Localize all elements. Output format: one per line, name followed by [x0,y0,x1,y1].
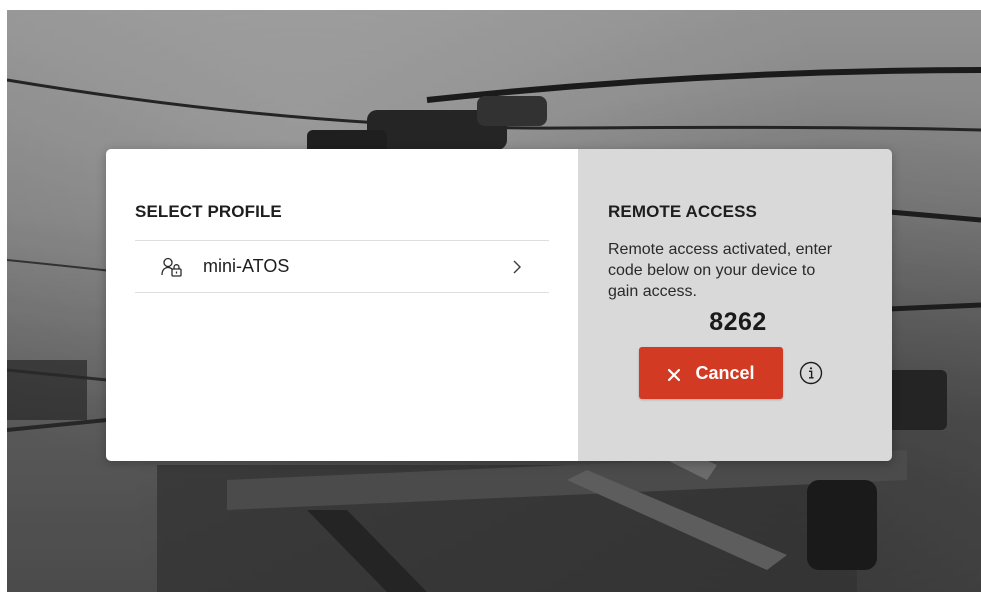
cancel-button[interactable]: Cancel [639,347,783,399]
select-profile-panel: SELECT PROFILE mini-ATOS [106,149,578,461]
profile-list: mini-ATOS [135,240,549,293]
cancel-button-label: Cancel [695,362,755,383]
close-icon [667,366,681,382]
user-lock-icon [161,256,187,278]
remote-access-actions: Cancel [608,347,872,399]
remote-access-message: Remote access activated, enter code belo… [608,241,833,300]
select-profile-title: SELECT PROFILE [135,202,282,221]
remote-access-title: REMOTE ACCESS [608,202,757,221]
remote-access-panel: REMOTE ACCESS Remote access activated, e… [578,149,892,461]
profile-name: mini-ATOS [203,256,290,276]
info-icon[interactable] [799,361,823,385]
access-code: 8262 [709,308,767,336]
access-dialog: SELECT PROFILE mini-ATOS REMOTE ACCESS R… [106,149,892,461]
chevron-right-icon [511,258,523,276]
profile-item-mini-atos[interactable]: mini-ATOS [135,241,549,293]
